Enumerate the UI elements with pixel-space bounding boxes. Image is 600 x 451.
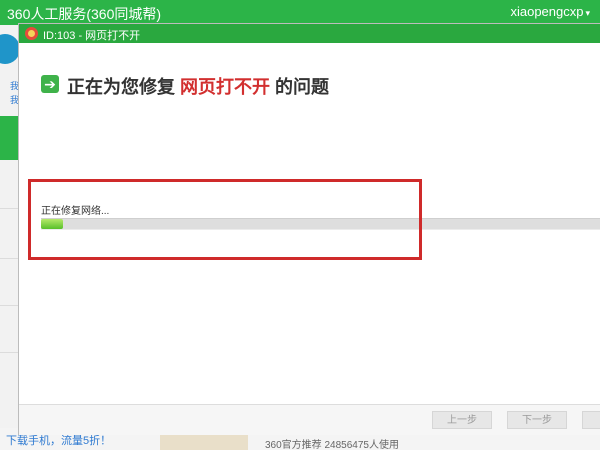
sidebar-divider: [0, 352, 18, 353]
recommend-text: 360官方推荐 24856475人使用: [265, 440, 399, 451]
lifebuoy-icon: [25, 27, 38, 40]
sidebar-divider: [0, 305, 18, 306]
repair-dialog: ID:103 - 网页打不开 ➔ 正在为您修复 网页打不开 的问题 正在修复网络…: [18, 23, 600, 435]
sidebar-divider: [0, 258, 18, 259]
dialog-footer: 上一步 下一步: [19, 404, 600, 435]
next-step-button[interactable]: 下一步: [507, 411, 567, 429]
red-highlight-annotation: [28, 179, 422, 260]
dialog-title-bar: ID:103 - 网页打不开: [19, 24, 600, 43]
background-title-bar: 360人工服务(360同城帮) xiaopengcxp ▾: [0, 0, 600, 25]
username[interactable]: xiaopengcxp: [510, 4, 583, 19]
arrow-right-icon: ➔: [41, 75, 59, 93]
extra-step-button[interactable]: [582, 411, 600, 429]
sidebar-divider: [0, 208, 18, 209]
dropdown-caret-icon[interactable]: ▾: [585, 8, 590, 18]
app-thumbnail: [160, 433, 248, 450]
sidebar-active-item[interactable]: [0, 116, 18, 160]
heading-issue-name: 网页打不开: [180, 77, 271, 97]
dialog-title: ID:103 - 网页打不开: [43, 30, 141, 42]
background-window-title: 360人工服务(360同城帮): [7, 6, 162, 22]
heading-suffix: 的问题: [275, 77, 330, 97]
user-menu[interactable]: xiaopengcxp ▾: [510, 4, 590, 19]
prev-step-button[interactable]: 上一步: [432, 411, 492, 429]
heading-prefix: 正在为您修复: [67, 77, 175, 97]
repair-heading: 正在为您修复 网页打不开 的问题: [67, 73, 329, 99]
